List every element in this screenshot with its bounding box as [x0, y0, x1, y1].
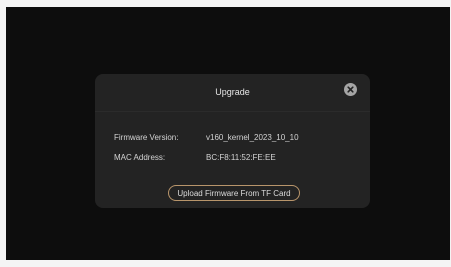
close-x-glyph — [347, 86, 354, 93]
dialog-title: Upgrade — [215, 87, 250, 97]
header-divider — [95, 111, 370, 112]
mac-address-row: MAC Address: BC:F8:11:52:FE:EE — [114, 152, 354, 164]
mac-address-value: BC:F8:11:52:FE:EE — [206, 153, 276, 162]
firmware-version-label: Firmware Version: — [114, 133, 179, 142]
upgrade-dialog: Upgrade Firmware Version: v160_kernel_20… — [95, 74, 370, 208]
firmware-version-value: v160_kernel_2023_10_10 — [206, 133, 299, 142]
upload-firmware-button[interactable]: Upload Firmware From TF Card — [168, 185, 300, 201]
dialog-header: Upgrade — [95, 74, 370, 111]
mac-address-label: MAC Address: — [114, 153, 166, 162]
close-icon[interactable] — [344, 83, 357, 96]
upload-firmware-button-label: Upload Firmware From TF Card — [177, 189, 291, 198]
firmware-version-row: Firmware Version: v160_kernel_2023_10_10 — [114, 132, 354, 144]
device-screen: Upgrade Firmware Version: v160_kernel_20… — [6, 7, 450, 260]
